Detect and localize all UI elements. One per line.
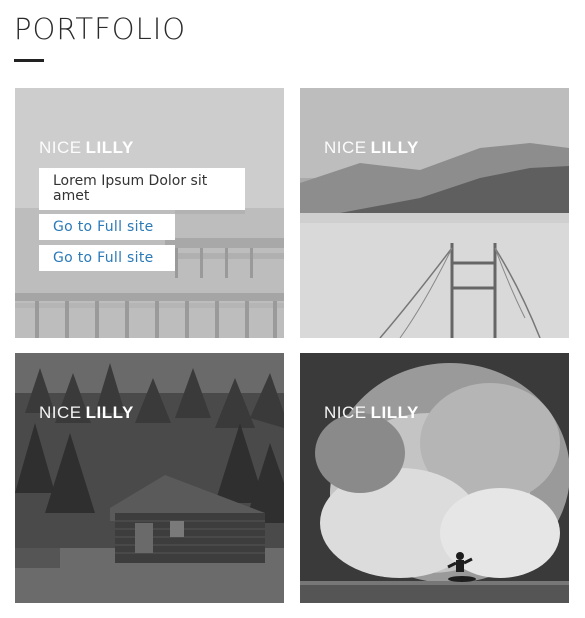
brand-logo: NICE LILLY [39,138,134,158]
brand-logo: NICE LILLY [324,403,419,423]
brand-logo-light: NICE [324,403,367,422]
pier-image [15,88,284,338]
brand-logo-bold: LILLY [370,403,419,422]
brand-logo-light: NICE [324,138,367,157]
brand-logo-light: NICE [39,403,82,422]
brand-logo-light: NICE [39,138,82,157]
portfolio-item-bridge[interactable]: NICE LILLY [300,88,569,338]
brand-logo-bold: LILLY [370,138,419,157]
brand-logo-bold: LILLY [85,403,134,422]
page-title: PORTFOLIO [14,12,187,46]
brand-logo: NICE LILLY [39,403,134,423]
bridge-image [300,88,569,338]
portfolio-item-cabin[interactable]: NICE LILLY [15,353,284,603]
brand-logo-bold: LILLY [85,138,134,157]
cabin-image [15,353,284,603]
go-to-full-site-link[interactable]: Go to Full site [39,214,175,240]
item-caption: Lorem Ipsum Dolor sit amet [39,168,245,210]
portfolio-item-surf[interactable]: NICE LILLY [300,353,569,603]
title-underline [14,59,44,62]
surf-image [300,353,569,603]
brand-logo: NICE LILLY [324,138,419,158]
portfolio-item-pier[interactable]: NICE LILLY Lorem Ipsum Dolor sit amet Go … [15,88,284,338]
go-to-full-site-link-2[interactable]: Go to Full site [39,245,175,271]
